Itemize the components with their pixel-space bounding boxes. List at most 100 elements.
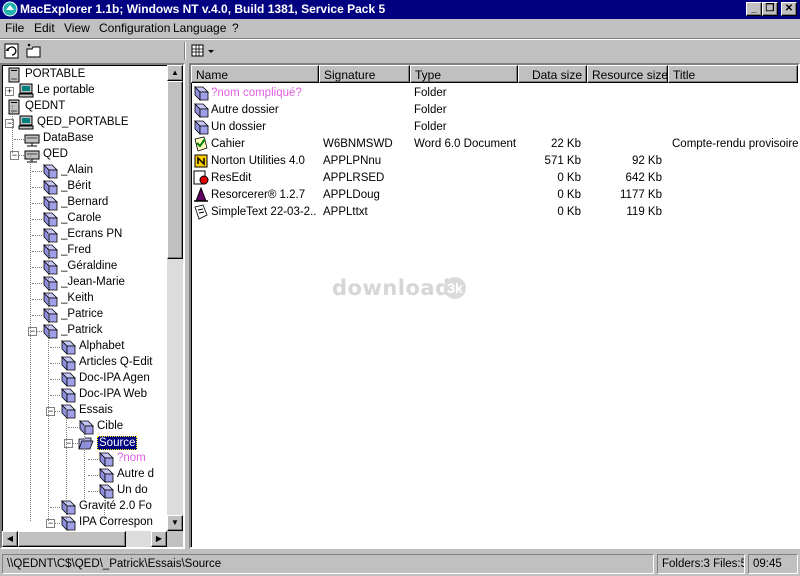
tree-item[interactable]: _Alain	[2, 163, 167, 179]
menu-file[interactable]: File	[5, 21, 24, 35]
tree-item[interactable]: Alphabet	[2, 339, 167, 355]
close-button[interactable]: ✕	[781, 2, 797, 16]
folder-tree-panel[interactable]: PORTABLE + Le portable QEDNT − QED_PORTABLE Da…	[0, 63, 185, 549]
cell-name: SimpleText 22-03-2...	[211, 206, 317, 218]
tree-scroll-thumb[interactable]	[167, 81, 183, 259]
menu-language[interactable]: Language	[173, 21, 226, 35]
tree-hscroll-thumb[interactable]	[18, 531, 126, 547]
column-header-name[interactable]: Name	[191, 65, 319, 83]
new-folder-icon[interactable]	[25, 42, 43, 60]
column-header-title[interactable]: Title	[668, 65, 798, 83]
list-row[interactable]: Un dossier Folder	[191, 119, 798, 136]
tree-item[interactable]: − IPA Correspon	[2, 515, 167, 531]
menu-edit[interactable]: Edit	[34, 21, 55, 35]
tree-item[interactable]: _Géraldine	[2, 259, 167, 275]
column-header-data-size[interactable]: Data size	[518, 65, 587, 83]
menu-view[interactable]: View	[64, 21, 90, 35]
tree-item-label: _Fred	[61, 244, 92, 256]
list-row[interactable]: ResEdit APPLRSED 0 Kb 642 Kb	[191, 170, 798, 187]
tree-item-label: Doc-IPA Web	[79, 388, 147, 400]
tree-item[interactable]: − Essais	[2, 403, 167, 419]
tree-item[interactable]: Doc-IPA Agen	[2, 371, 167, 387]
tree-item[interactable]: _Fred	[2, 243, 167, 259]
tree-vertical-scrollbar[interactable]: ▲ ▼	[167, 65, 183, 531]
folder-icon	[60, 515, 76, 531]
folder-icon	[42, 163, 58, 179]
tree-item[interactable]: _Jean-Marie	[2, 275, 167, 291]
tree-item[interactable]: PORTABLE	[2, 67, 167, 83]
tree-item[interactable]: − _Patrick	[2, 323, 167, 339]
column-header-signature[interactable]: Signature	[319, 65, 410, 83]
tree-item[interactable]: _Bernard	[2, 195, 167, 211]
cell-signature: APPLPNnu	[323, 155, 382, 167]
cell-resource-size: 642 Kb	[625, 172, 662, 184]
column-header-resource-size[interactable]: Resource size	[587, 65, 668, 83]
menu-help[interactable]: ?	[232, 21, 239, 35]
tree-item[interactable]: _Bérit	[2, 179, 167, 195]
toolbar	[0, 40, 800, 62]
tree-item[interactable]: _Patrice	[2, 307, 167, 323]
list-row[interactable]: SimpleText 22-03-2... APPLttxt 0 Kb 119 Kb	[191, 204, 798, 221]
tree-item-label: Un do	[117, 484, 148, 496]
tree-connector	[32, 219, 42, 220]
folder-icon	[60, 403, 76, 419]
tree-item[interactable]: Articles Q-Edit	[2, 355, 167, 371]
folder-icon	[193, 119, 209, 135]
list-row[interactable]: Cahier W6BNMSWD Word 6.0 Document 22 Kb Comp…	[191, 136, 798, 153]
folder-icon	[98, 451, 114, 467]
maximize-button[interactable]: ❐	[762, 2, 778, 16]
cell-resource-size: 1177 Kb	[620, 189, 662, 201]
view-dropdown-icon[interactable]	[206, 42, 216, 60]
tree-item[interactable]: _Keith	[2, 291, 167, 307]
cell-data-size: 0 Kb	[557, 189, 581, 201]
tree-item[interactable]: Doc-IPA Web	[2, 387, 167, 403]
cell-signature: APPLDoug	[323, 189, 380, 201]
cell-name: Norton Utilities 4.0	[211, 155, 305, 167]
tree-guide-line	[104, 505, 105, 521]
tree-item-label: _Géraldine	[61, 260, 118, 272]
window-title: MacExplorer 1.1b; Windows NT v.4.0, Buil…	[20, 2, 386, 16]
tree-guide-line	[30, 153, 31, 521]
list-row[interactable]: Resorcerer® 1.2.7 APPLDoug 0 Kb 1177 Kb	[191, 186, 798, 204]
tree-horizontal-scrollbar[interactable]: ◀ ▶	[2, 531, 167, 547]
tree-scroll-left-button[interactable]: ◀	[2, 531, 18, 547]
expand-icon[interactable]: +	[5, 87, 14, 96]
tree-item[interactable]: Gravité 2.0 Fo	[2, 499, 167, 515]
cell-type: Folder	[414, 104, 447, 116]
tree-item-label: Cible	[97, 420, 124, 432]
cell-signature: APPLttxt	[323, 206, 368, 218]
tree-item[interactable]: _Ecrans PN	[2, 227, 167, 243]
tree-item[interactable]: − QED_PORTABLE	[2, 115, 167, 131]
refresh-icon[interactable]	[3, 42, 21, 60]
tree-scroll-right-button[interactable]: ▶	[151, 531, 167, 547]
toolbar-divider	[184, 42, 186, 60]
cell-name: Resorcerer® 1.2.7	[211, 189, 306, 201]
menu-configuration[interactable]: Configuration	[99, 21, 170, 35]
cell-type: Word 6.0 Document	[414, 138, 517, 150]
folder-icon	[42, 211, 58, 227]
tree-item-label: Essais	[79, 404, 113, 416]
tree-item[interactable]: QEDNT	[2, 99, 167, 115]
cell-type: Folder	[414, 121, 447, 133]
menu-bar: File Edit View Configuration Language ?	[0, 19, 800, 38]
tree-item[interactable]: DataBase	[2, 131, 167, 147]
status-path: \\QEDNT\C$\QED\_Patrick\Essais\Source	[2, 554, 654, 574]
folder-icon	[42, 259, 58, 275]
file-list-panel[interactable]: Name Signature Type Data size Resource s…	[189, 63, 800, 549]
tree-item[interactable]: + Le portable	[2, 83, 167, 99]
tree-connector	[32, 235, 42, 236]
network-share-icon	[24, 147, 40, 163]
folder-icon	[60, 371, 76, 387]
tree-item-label: Source	[97, 436, 138, 450]
minimize-button[interactable]: _	[746, 2, 762, 16]
cell-name: ResEdit	[211, 172, 252, 184]
tree-scroll-up-button[interactable]: ▲	[167, 65, 183, 81]
tree-scroll-down-button[interactable]: ▼	[167, 515, 183, 531]
list-row[interactable]: Autre dossier Folder	[191, 102, 798, 119]
tree-item[interactable]: _Carole	[2, 211, 167, 227]
tree-item[interactable]: − QED	[2, 147, 167, 163]
column-header-type[interactable]: Type	[410, 65, 518, 83]
list-row[interactable]: ?nom compliqué? Folder	[191, 85, 798, 102]
tree-connector	[50, 347, 60, 348]
list-row[interactable]: Norton Utilities 4.0 APPLPNnu 571 Kb 92 Kb	[191, 153, 798, 170]
